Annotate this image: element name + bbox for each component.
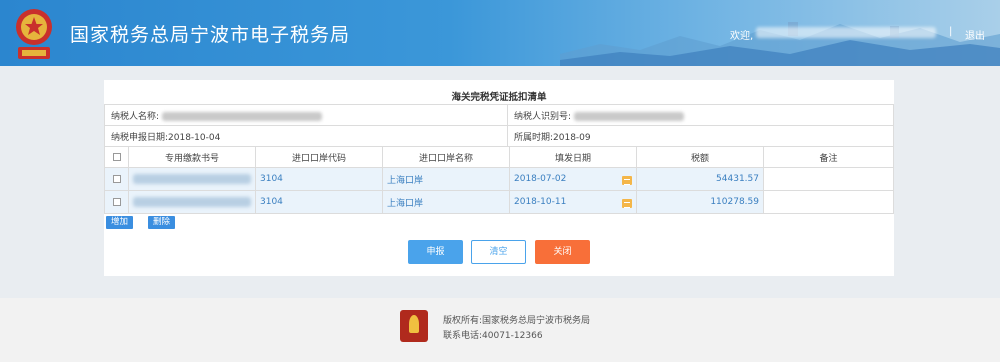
- column-header: 进口口岸代码: [255, 146, 383, 168]
- column-header: 税额: [636, 146, 764, 168]
- submit-button[interactable]: 申报: [408, 240, 463, 264]
- customs-voucher-table: 专用缴款书号 进口口岸代码 进口口岸名称 填发日期 税额 备注 3104 上海口…: [104, 146, 894, 214]
- deduction-list-panel: 海关完税凭证抵扣清单 纳税人名称: 纳税人识别号: 纳税申报日期:2018-10…: [104, 80, 894, 276]
- port-name-cell[interactable]: 上海口岸: [382, 190, 510, 214]
- welcome-text: 欢迎,: [730, 31, 754, 42]
- delete-row-button[interactable]: 删除: [148, 216, 176, 229]
- report-date: 纳税申报日期:2018-10-04: [104, 125, 508, 147]
- taxpayer-id-redacted: [573, 111, 684, 121]
- payment-number-redacted[interactable]: [128, 167, 256, 191]
- tax-amount-cell[interactable]: 54431.57: [636, 167, 764, 191]
- footer: 版权所有:国家税务总局宁波市税务局 联系电话:40071-12366: [0, 298, 1000, 362]
- table-header-row: 专用缴款书号 进口口岸代码 进口口岸名称 填发日期 税额 备注: [104, 146, 894, 168]
- taxpayer-name-label: 纳税人名称:: [111, 111, 160, 122]
- select-all-checkbox[interactable]: [112, 152, 121, 161]
- close-button[interactable]: 关闭: [535, 240, 590, 264]
- calendar-icon[interactable]: [622, 198, 632, 208]
- port-name-cell[interactable]: 上海口岸: [382, 167, 510, 191]
- remark-cell[interactable]: [763, 167, 894, 191]
- form-title: 海关完税凭证抵扣清单: [451, 92, 547, 103]
- header-banner: 国家税务总局宁波市电子税务局 欢迎, | 退出: [0, 0, 1000, 66]
- add-row-button[interactable]: 增加: [106, 216, 134, 229]
- calendar-icon[interactable]: [622, 175, 632, 185]
- issue-date-value: 2018-07-02: [514, 173, 567, 184]
- payment-number-redacted[interactable]: [128, 190, 256, 214]
- table-row: 3104 上海口岸 2018-07-02 54431.57: [104, 167, 894, 191]
- port-code-cell[interactable]: 3104: [255, 190, 383, 214]
- contact-phone: 联系电话:40071-12366: [443, 331, 543, 341]
- tax-bureau-logo-icon: [400, 310, 428, 342]
- clear-button[interactable]: 清空: [471, 240, 526, 264]
- table-row: 3104 上海口岸 2018-10-11 110278.59: [104, 190, 894, 214]
- taxpayer-name-redacted: [161, 111, 322, 121]
- column-header: 填发日期: [509, 146, 637, 168]
- tax-emblem-icon: [16, 9, 52, 59]
- select-all-cell: [104, 146, 129, 168]
- port-code-cell[interactable]: 3104: [255, 167, 383, 191]
- remark-cell[interactable]: [763, 190, 894, 214]
- logout-link[interactable]: 退出: [965, 27, 985, 42]
- row-checkbox[interactable]: [112, 197, 121, 206]
- column-header: 专用缴款书号: [128, 146, 256, 168]
- site-title: 国家税务总局宁波市电子税务局: [70, 24, 351, 46]
- copyright-text: 版权所有:国家税务总局宁波市税务局: [443, 316, 591, 326]
- column-header: 进口口岸名称: [382, 146, 510, 168]
- taxpayer-name-cell: 纳税人名称:: [104, 104, 508, 126]
- great-wall-illustration: [560, 22, 1000, 66]
- tax-amount-cell[interactable]: 110278.59: [636, 190, 764, 214]
- issue-date-cell[interactable]: 2018-07-02: [509, 167, 637, 191]
- taxpayer-info-table: 纳税人名称: 纳税人识别号: 纳税申报日期:2018-10-04 所属时期:20…: [104, 104, 894, 147]
- taxpayer-id-label: 纳税人识别号:: [514, 111, 572, 122]
- row-checkbox[interactable]: [112, 174, 121, 183]
- username-redacted: [756, 27, 936, 38]
- column-header: 备注: [763, 146, 894, 168]
- taxpayer-id-cell: 纳税人识别号:: [507, 104, 894, 126]
- tax-period: 所属时期:2018-09: [507, 125, 894, 147]
- issue-date-cell[interactable]: 2018-10-11: [509, 190, 637, 214]
- header-separator: |: [949, 26, 953, 37]
- issue-date-value: 2018-10-11: [514, 196, 567, 207]
